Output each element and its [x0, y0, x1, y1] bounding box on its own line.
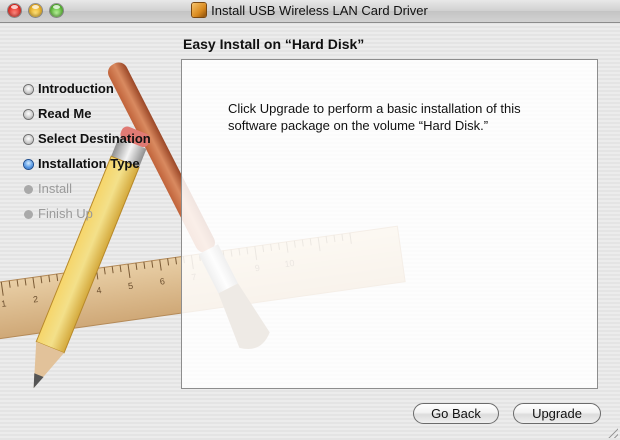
step-install: Install [24, 180, 151, 205]
ruler-number: 2 [32, 294, 38, 305]
ruler-number: 4 [96, 285, 102, 296]
current-step-bullet-icon [24, 160, 33, 169]
step-bullet-icon [24, 85, 33, 94]
instruction-text: Click Upgrade to perform a basic install… [228, 101, 521, 133]
window-title-group: Install USB Wireless LAN Card Driver [0, 3, 620, 18]
step-label: Finish Up [38, 206, 93, 221]
step-bullet-icon [24, 110, 33, 119]
step-label: Read Me [38, 106, 92, 121]
page-heading: Easy Install on “Hard Disk” [183, 36, 365, 52]
installer-steps: Introduction Read Me Select Destination … [24, 80, 151, 230]
content-panel: Click Upgrade to perform a basic install… [181, 59, 598, 389]
go-back-button[interactable]: Go Back [413, 403, 499, 424]
step-select-destination: Select Destination [24, 130, 151, 155]
step-bullet-icon [24, 210, 33, 219]
window-title: Install USB Wireless LAN Card Driver [211, 3, 428, 18]
step-read-me: Read Me [24, 105, 151, 130]
step-finish-up: Finish Up [24, 205, 151, 230]
resize-grip-icon[interactable] [606, 426, 618, 438]
upgrade-button[interactable]: Upgrade [513, 403, 601, 424]
ruler-number: 6 [159, 276, 165, 287]
step-label: Introduction [38, 81, 114, 96]
step-introduction: Introduction [24, 80, 151, 105]
step-installation-type: Installation Type [24, 155, 151, 180]
ruler-number: 1 [1, 298, 7, 309]
step-bullet-icon [24, 185, 33, 194]
step-label: Installation Type [38, 156, 140, 171]
step-bullet-icon [24, 135, 33, 144]
step-label: Install [38, 181, 72, 196]
installer-window: Install USB Wireless LAN Card Driver 1 2… [0, 0, 620, 440]
ruler-number: 5 [127, 281, 133, 292]
ruler-number: 3 [64, 290, 70, 301]
step-label: Select Destination [38, 131, 151, 146]
title-bar[interactable]: Install USB Wireless LAN Card Driver [0, 0, 620, 23]
installer-package-icon [192, 3, 207, 17]
